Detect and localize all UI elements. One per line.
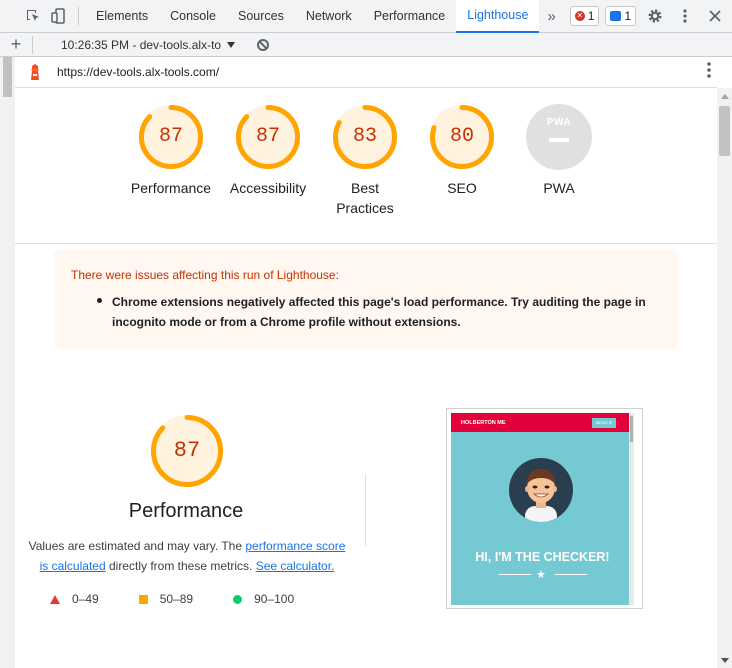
error-icon: ✕ [574, 11, 585, 21]
warning-title: There were issues affecting this run of … [71, 268, 339, 282]
tab-network[interactable]: Network [295, 0, 363, 33]
screenshot-brand: HOLBERTON ME [461, 419, 506, 426]
gauge-label: Accessibility [229, 180, 307, 196]
tab-performance[interactable]: Performance [363, 0, 457, 33]
runtime-warning-box: There were issues affecting this run of … [54, 250, 678, 349]
tab-sources[interactable]: Sources [227, 0, 295, 33]
clear-reports-block-icon[interactable] [257, 38, 270, 51]
screenshot-headline: HI, I'M THE CHECKER! [475, 550, 610, 564]
screenshot-divider-left [499, 574, 531, 575]
gauge-label: Performance [130, 180, 212, 196]
close-devtools-icon[interactable] [702, 3, 728, 29]
messages-count: 1 [624, 9, 632, 23]
screenshot-divider-right [555, 574, 587, 575]
report-menu-kebab-icon[interactable] [707, 62, 711, 82]
new-report-plus-icon[interactable]: + [0, 34, 32, 55]
screenshot-header: HOLBERTON ME MENU ☰ [451, 413, 634, 432]
lighthouse-toolbar: + 10:26:35 PM - dev-tools.alx-to [0, 33, 732, 57]
gauge-label: SEO [447, 180, 477, 196]
legend-fail-range: 0–49 [72, 592, 99, 606]
warning-item: Chrome extensions negatively affected th… [112, 295, 646, 329]
warning-list: Chrome extensions negatively affected th… [71, 292, 661, 332]
legend-pass: 90–100 [233, 592, 294, 606]
tab-lighthouse[interactable]: Lighthouse [456, 0, 540, 33]
gauge-score: 87 [158, 125, 183, 148]
report-url-bar: https://dev-tools.alx-tools.com/ [15, 57, 717, 88]
legend-pass-range: 90–100 [254, 592, 295, 606]
legend-average: 50–89 [138, 592, 194, 606]
checker-avatar [509, 458, 573, 522]
fail-triangle-icon [50, 594, 60, 604]
messages-badge[interactable]: 1 [605, 6, 637, 26]
tab-console[interactable]: Console [159, 0, 227, 33]
gauge-label: Best Practices [336, 180, 394, 216]
gauge-best-practices[interactable]: 83 Best Practices [315, 104, 415, 218]
pwa-badge-text: PWA [546, 117, 572, 128]
gauge-performance[interactable]: 87 Performance [121, 104, 221, 198]
report-scrollbar[interactable] [717, 88, 732, 668]
performance-score: 87 [173, 438, 201, 463]
dropdown-triangle-icon [227, 41, 236, 48]
pwa-dash [549, 138, 569, 142]
toolbar-divider [78, 7, 79, 25]
scroll-up-arrow-icon[interactable] [721, 94, 729, 99]
score-gauges: 87 Performance 87 Accessibility 83 Best … [15, 88, 717, 244]
final-screenshot-thumbnail[interactable]: HOLBERTON ME MENU ☰ HI, I'M THE CHECKER!… [446, 408, 643, 609]
message-icon [610, 11, 622, 21]
gauge-pwa[interactable]: PWA PWA [509, 104, 609, 198]
section-divider [365, 474, 366, 546]
settings-gear-icon[interactable] [642, 3, 668, 29]
tab-elements[interactable]: Elements [85, 0, 159, 33]
gauge-seo[interactable]: 80 SEO [412, 104, 512, 198]
star-icon: ★ [536, 569, 546, 581]
average-square-icon [138, 594, 148, 604]
inspect-element-icon[interactable] [20, 3, 46, 29]
desc-mid: directly from these metrics. [105, 559, 256, 573]
gauge-accessibility[interactable]: 87 Accessibility [218, 104, 318, 198]
left-scrollbar-thumb[interactable] [3, 57, 12, 97]
scroll-down-arrow-icon[interactable] [721, 658, 729, 663]
pass-circle-icon [233, 594, 243, 604]
report-scrollbar-thumb[interactable] [719, 106, 730, 156]
report-url[interactable]: https://dev-tools.alx-tools.com/ [57, 65, 219, 79]
gauge-score: 83 [352, 125, 377, 148]
score-scale-legend: 0–49 50–89 90–100 [50, 592, 334, 606]
gauge-label: PWA [543, 180, 575, 196]
legend-average-range: 50–89 [159, 592, 194, 606]
more-tabs-chevron-icon[interactable]: » [539, 8, 563, 25]
performance-big-gauge[interactable]: 87 [150, 414, 224, 488]
screenshot-menu-button: MENU ☰ [592, 417, 616, 428]
errors-count: 1 [587, 9, 595, 23]
report-selector-dropdown[interactable]: 10:26:35 PM - dev-tools.alx-to [33, 37, 236, 52]
lighthouse-logo-icon [31, 64, 39, 80]
screenshot-image: HOLBERTON ME MENU ☰ HI, I'M THE CHECKER!… [451, 413, 634, 605]
see-calculator-link[interactable]: See calculator. [256, 559, 335, 573]
desc-prefix: Values are estimated and may vary. The [28, 539, 246, 553]
performance-title: Performance [128, 500, 244, 522]
pwa-badge-icon: PWA [526, 104, 592, 170]
performance-description: Values are estimated and may vary. The p… [24, 536, 350, 576]
report-selector-label: 10:26:35 PM - dev-tools.alx-to [61, 37, 222, 52]
screenshot-scrollbar [629, 413, 634, 605]
legend-fail: 0–49 [50, 592, 99, 606]
devtools-tabbar: Elements Console Sources Network Perform… [0, 0, 732, 33]
toolbar-right-icons [642, 3, 732, 29]
errors-badge[interactable]: ✕ 1 [569, 6, 600, 26]
device-toolbar-icon[interactable] [46, 3, 72, 29]
gauge-score: 87 [255, 125, 280, 148]
gauge-score: 80 [449, 125, 474, 148]
customize-devtools-kebab-icon[interactable] [672, 3, 698, 29]
left-scrollbar[interactable] [0, 57, 15, 668]
